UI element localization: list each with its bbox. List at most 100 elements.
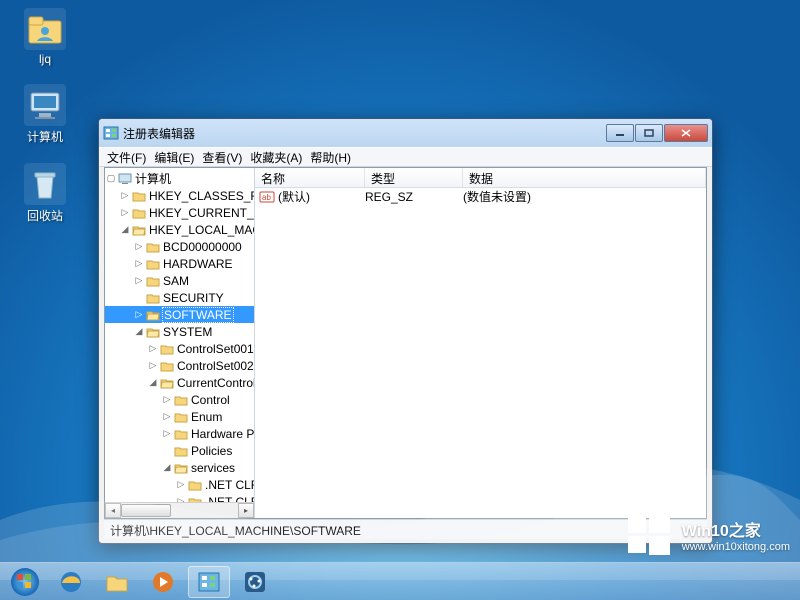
- tree-node[interactable]: SECURITY: [163, 291, 224, 305]
- folder-open-icon: [160, 377, 174, 389]
- user-folder-icon: [24, 8, 66, 50]
- menubar: 文件(F) 编辑(E) 查看(V) 收藏夹(A) 帮助(H): [99, 147, 712, 167]
- tree-node[interactable]: Policies: [191, 444, 232, 458]
- expand-toggle[interactable]: ▷: [147, 360, 159, 371]
- desktop-icon-label: 回收站: [10, 207, 80, 224]
- expand-toggle[interactable]: ▷: [147, 343, 159, 354]
- scroll-left-button[interactable]: ◂: [105, 503, 121, 518]
- computer-icon: [24, 84, 66, 126]
- tree-node-root[interactable]: 计算机: [135, 170, 171, 187]
- maximize-button[interactable]: [635, 124, 663, 142]
- regedit-icon: [103, 125, 119, 141]
- close-button[interactable]: [664, 124, 708, 142]
- menu-edit[interactable]: 编辑(E): [150, 149, 198, 166]
- folder-open-icon: [146, 326, 160, 338]
- =[interactable]: ▸: [238, 503, 254, 518]
- tree-node-ccs[interactable]: CurrentControlSet: [177, 376, 255, 390]
- tree-node-hklm[interactable]: HKEY_LOCAL_MACHINE: [149, 223, 255, 237]
- list-item[interactable]: ab (默认) REG_SZ (数值未设置): [255, 188, 706, 205]
- menu-favorites[interactable]: 收藏夹(A): [246, 149, 306, 166]
- expand-toggle[interactable]: ▷: [133, 241, 145, 252]
- recycle-bin-icon: [24, 163, 66, 205]
- folder-icon: [132, 207, 146, 219]
- desktop-icon-label: ljq: [10, 52, 80, 66]
- folder-icon: [174, 411, 188, 423]
- taskbar-app[interactable]: [234, 566, 276, 598]
- expand-toggle[interactable]: ▷: [119, 207, 131, 218]
- tree-node[interactable]: .NET CLR Da: [205, 478, 255, 492]
- folder-icon: [146, 292, 160, 304]
- tree-node[interactable]: ControlSet002: [177, 359, 254, 373]
- folder-icon: [174, 428, 188, 440]
- collapse-toggle[interactable]: ◢: [147, 377, 159, 388]
- desktop-icon-user[interactable]: ljq: [10, 8, 80, 66]
- watermark: Win10之家 www.win10xitong.com: [626, 512, 790, 558]
- expand-toggle[interactable]: ▷: [133, 309, 145, 320]
- expand-toggle[interactable]: ▷: [161, 411, 173, 422]
- tree-node[interactable]: Control: [191, 393, 230, 407]
- expand-toggle[interactable]: ▷: [133, 275, 145, 286]
- value-data: (数值未设置): [463, 188, 706, 205]
- tree-node[interactable]: HKEY_CURRENT_USER: [149, 206, 255, 220]
- value-list[interactable]: 名称 类型 数据 ab (默认) REG_SZ (数值未设置): [255, 168, 706, 518]
- expand-toggle[interactable]: ▷: [175, 479, 187, 490]
- scroll-thumb[interactable]: [121, 504, 171, 517]
- menu-view[interactable]: 查看(V): [198, 149, 246, 166]
- folder-icon: [146, 241, 160, 253]
- tree-node[interactable]: SAM: [163, 274, 189, 288]
- taskbar-ie[interactable]: [50, 566, 92, 598]
- menu-help[interactable]: 帮助(H): [306, 149, 355, 166]
- tree-node[interactable]: Hardware Profil: [191, 427, 255, 441]
- statusbar: 计算机\HKEY_LOCAL_MACHINE\SOFTWARE: [104, 519, 707, 539]
- column-data[interactable]: 数据: [463, 168, 706, 187]
- minimize-button[interactable]: [606, 124, 634, 142]
- tree-node[interactable]: HKEY_CLASSES_ROOT: [149, 189, 255, 203]
- folder-open-icon: [132, 224, 146, 236]
- collapse-toggle[interactable]: ◢: [119, 224, 131, 235]
- value-type: REG_SZ: [365, 190, 463, 204]
- tree-node[interactable]: ControlSet001: [177, 342, 254, 356]
- expand-toggle[interactable]: ▷: [119, 190, 131, 201]
- media-player-icon: [150, 569, 176, 595]
- regedit-window: 注册表编辑器 文件(F) 编辑(E) 查看(V) 收藏夹(A) 帮助(H) ▢ …: [98, 118, 713, 544]
- tree-node[interactable]: Enum: [191, 410, 222, 424]
- watermark-title: Win10之家: [682, 517, 790, 541]
- tree-node-services[interactable]: services: [191, 461, 235, 475]
- registry-tree[interactable]: ▢ 计算机 ▷ HKEY_CLASSES_ROOT ▷ HKEY_CURRENT_U…: [105, 168, 255, 518]
- desktop-icon-recycle[interactable]: 回收站: [10, 163, 80, 224]
- folder-open-icon: [174, 462, 188, 474]
- tree-node[interactable]: HARDWARE: [163, 257, 233, 271]
- taskbar[interactable]: [0, 562, 800, 600]
- string-value-icon: ab: [259, 189, 275, 205]
- start-button[interactable]: [4, 566, 46, 598]
- folder-icon: [104, 569, 130, 595]
- expand-toggle[interactable]: ▢: [105, 173, 117, 184]
- titlebar[interactable]: 注册表编辑器: [99, 119, 712, 147]
- desktop-icon-computer[interactable]: 计算机: [10, 84, 80, 145]
- folder-icon: [160, 343, 174, 355]
- column-name[interactable]: 名称: [255, 168, 365, 187]
- ie-icon: [58, 569, 84, 595]
- status-path: 计算机\HKEY_LOCAL_MACHINE\SOFTWARE: [110, 524, 361, 538]
- taskbar-explorer[interactable]: [96, 566, 138, 598]
- folder-icon: [188, 479, 202, 491]
- computer-icon: [118, 173, 132, 185]
- folder-icon: [146, 275, 160, 287]
- expand-toggle[interactable]: ▷: [161, 428, 173, 439]
- tree-hscrollbar[interactable]: ◂ ▸: [105, 502, 254, 518]
- column-type[interactable]: 类型: [365, 168, 463, 187]
- menu-file[interactable]: 文件(F): [103, 149, 150, 166]
- taskbar-regedit-active[interactable]: [188, 566, 230, 598]
- watermark-url: www.win10xitong.com: [682, 541, 790, 553]
- taskbar-mediaplayer[interactable]: [142, 566, 184, 598]
- tree-node[interactable]: BCD00000000: [163, 240, 242, 254]
- folder-icon: [174, 445, 188, 457]
- tree-node-selected[interactable]: SOFTWARE: [162, 307, 234, 323]
- expand-toggle[interactable]: ▷: [133, 258, 145, 269]
- collapse-toggle[interactable]: ◢: [161, 462, 173, 473]
- expand-toggle[interactable]: ▷: [161, 394, 173, 405]
- folder-icon: [132, 190, 146, 202]
- collapse-toggle[interactable]: ◢: [133, 326, 145, 337]
- tree-node-system[interactable]: SYSTEM: [163, 325, 212, 339]
- folder-icon: [174, 394, 188, 406]
